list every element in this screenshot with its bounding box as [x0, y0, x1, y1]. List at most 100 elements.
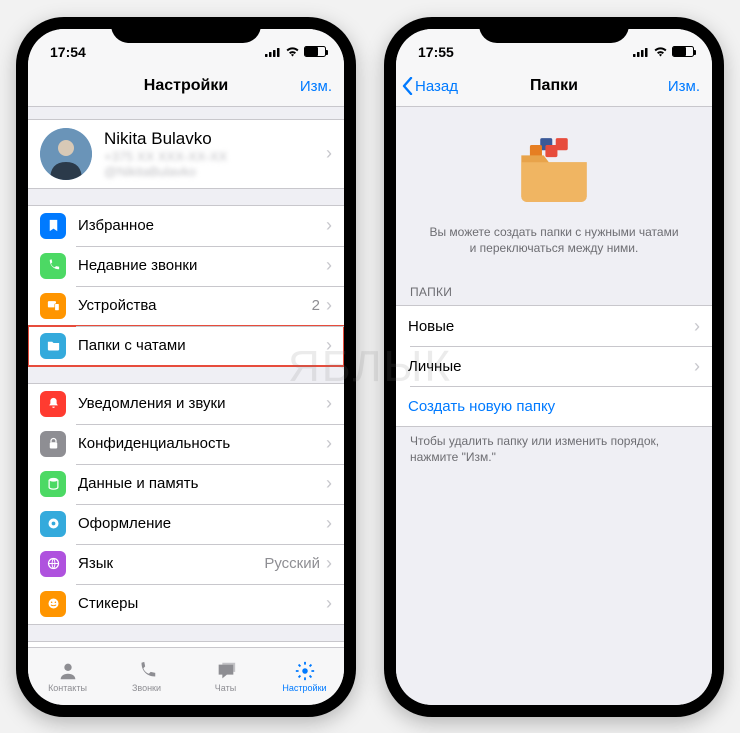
screen-left: 17:54 Настройки Изм.	[28, 29, 344, 705]
status-icons	[633, 44, 694, 60]
hero-text: Вы можете создать папки с нужными чатами…	[426, 224, 682, 258]
tab-label: Чаты	[215, 683, 236, 693]
row-label: Недавние звонки	[78, 257, 326, 274]
lock-icon	[40, 431, 66, 457]
bookmark-icon	[40, 213, 66, 239]
nav-bar: Настройки Изм.	[28, 67, 344, 107]
stickers-icon	[40, 591, 66, 617]
profile-row[interactable]: Nikita Bulavko +375 XX XXX-XX-XX @Nikita…	[28, 120, 344, 188]
row-label: Стикеры	[78, 595, 326, 612]
folder-row[interactable]: Личные›	[396, 346, 712, 386]
status-time: 17:55	[418, 44, 454, 60]
nav-bar: Назад Папки Изм.	[396, 67, 712, 107]
row-label: Папки с чатами	[78, 337, 326, 354]
settings-row-bell[interactable]: Уведомления и звуки›	[28, 384, 344, 424]
chevron-right-icon: ›	[326, 433, 332, 454]
tab-bar: Контакты Звонки Чаты Настройки	[28, 647, 344, 705]
phone-right: 17:55 Назад Папки Изм.	[384, 17, 724, 717]
edit-button[interactable]: Изм.	[668, 78, 700, 95]
nav-title: Папки	[530, 77, 578, 95]
data-icon	[40, 471, 66, 497]
create-folder-button[interactable]: Создать новую папку	[396, 386, 712, 426]
settings-row-lock[interactable]: Конфиденциальность›	[28, 424, 344, 464]
row-label: Конфиденциальность	[78, 435, 326, 452]
back-label: Назад	[415, 78, 458, 95]
settings-group-2: Уведомления и звуки›Конфиденциальность›Д…	[28, 383, 344, 625]
chevron-right-icon: ›	[326, 593, 332, 614]
settings-row-appearance[interactable]: Оформление›	[28, 504, 344, 544]
wifi-icon	[653, 44, 668, 60]
profile-name: Nikita Bulavko	[104, 129, 326, 149]
settings-group-1: Избранное›Недавние звонки›Устройства2›Па…	[28, 205, 344, 367]
settings-content[interactable]: Nikita Bulavko +375 XX XXX-XX-XX @Nikita…	[28, 107, 344, 647]
back-button[interactable]: Назад	[402, 77, 458, 95]
settings-row-help[interactable]: Помощь›	[28, 642, 344, 647]
nav-title: Настройки	[144, 77, 228, 95]
row-label: Устройства	[78, 297, 312, 314]
chevron-right-icon: ›	[326, 255, 332, 276]
settings-row-phone[interactable]: Недавние звонки›	[28, 246, 344, 286]
chevron-right-icon: ›	[326, 335, 332, 356]
settings-row-language[interactable]: ЯзыкРусский ›	[28, 544, 344, 584]
edit-button[interactable]: Изм.	[300, 78, 332, 95]
settings-row-stickers[interactable]: Стикеры›	[28, 584, 344, 624]
chevron-right-icon: ›	[326, 295, 332, 316]
settings-row-data[interactable]: Данные и память›	[28, 464, 344, 504]
devices-icon	[40, 293, 66, 319]
folders-group: Новые›Личные›Создать новую папку	[396, 305, 712, 427]
chevron-right-icon: ›	[694, 316, 700, 337]
folder-label: Личные	[408, 358, 694, 375]
settings-row-devices[interactable]: Устройства2 ›	[28, 286, 344, 326]
language-icon	[40, 551, 66, 577]
chevron-right-icon: ›	[326, 143, 332, 164]
tab-label: Настройки	[282, 683, 326, 693]
profile-phone: +375 XX XXX-XX-XX	[104, 149, 326, 164]
section-footer: Чтобы удалить папку или изменить порядок…	[396, 427, 712, 469]
chevron-right-icon: ›	[326, 513, 332, 534]
folder-label: Новые	[408, 318, 694, 335]
tab-chats[interactable]: Чаты	[186, 648, 265, 705]
status-icons	[265, 44, 326, 60]
profile-group: Nikita Bulavko +375 XX XXX-XX-XX @Nikita…	[28, 119, 344, 189]
tab-calls[interactable]: Звонки	[107, 648, 186, 705]
settings-row-folder[interactable]: Папки с чатами›	[28, 326, 344, 366]
notch	[479, 17, 629, 43]
row-label: Язык	[78, 555, 264, 572]
folders-hero: Вы можете создать папки с нужными чатами…	[396, 107, 712, 272]
chevron-left-icon	[402, 77, 413, 95]
folder-icon	[40, 333, 66, 359]
phone-left: 17:54 Настройки Изм.	[16, 17, 356, 717]
row-value: Русский	[264, 555, 320, 572]
row-label: Уведомления и звуки	[78, 395, 326, 412]
chevron-right-icon: ›	[326, 553, 332, 574]
row-value: 2	[312, 297, 320, 314]
row-label: Данные и память	[78, 475, 326, 492]
folders-illustration-icon	[511, 133, 597, 207]
battery-icon	[672, 46, 694, 57]
chevron-right-icon: ›	[326, 473, 332, 494]
screen-right: 17:55 Назад Папки Изм.	[396, 29, 712, 705]
row-label: Оформление	[78, 515, 326, 532]
create-folder-label: Создать новую папку	[408, 398, 700, 415]
phone-icon	[40, 253, 66, 279]
wifi-icon	[285, 44, 300, 60]
battery-icon	[304, 46, 326, 57]
status-time: 17:54	[50, 44, 86, 60]
avatar	[40, 128, 92, 180]
settings-row-bookmark[interactable]: Избранное›	[28, 206, 344, 246]
tab-label: Звонки	[132, 683, 161, 693]
row-label: Избранное	[78, 217, 326, 234]
chevron-right-icon: ›	[326, 215, 332, 236]
bell-icon	[40, 391, 66, 417]
notch	[111, 17, 261, 43]
tab-settings[interactable]: Настройки	[265, 648, 344, 705]
tab-contacts[interactable]: Контакты	[28, 648, 107, 705]
profile-username: @NikitaBulavko	[104, 164, 326, 179]
settings-group-3: Помощь›?Вопросы о Telegram›	[28, 641, 344, 647]
chevron-right-icon: ›	[694, 356, 700, 377]
section-header-folders: ПАПКИ	[396, 271, 712, 303]
tab-label: Контакты	[48, 683, 87, 693]
folders-content[interactable]: Вы можете создать папки с нужными чатами…	[396, 107, 712, 705]
folder-row[interactable]: Новые›	[396, 306, 712, 346]
appearance-icon	[40, 511, 66, 537]
